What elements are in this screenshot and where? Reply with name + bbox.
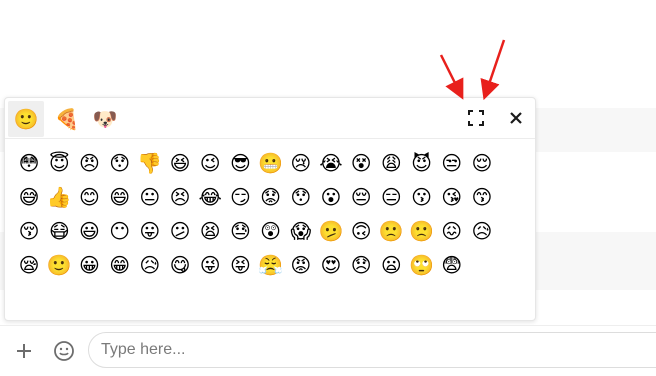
emoji-item[interactable]: 😍	[316, 248, 346, 282]
expand-button[interactable]	[466, 108, 486, 128]
annotation-arrow	[480, 39, 506, 101]
emoji-item[interactable]: 🙁	[376, 214, 406, 248]
emoji-item[interactable]: 😚	[14, 214, 44, 248]
emoji-picker-header: 🙂 🍕 🐶	[5, 98, 535, 139]
emoji-item[interactable]: 😘	[437, 180, 467, 214]
emoji-item[interactable]: 😷	[44, 214, 74, 248]
emoji-item[interactable]: 😈	[406, 146, 436, 180]
tab-smileys[interactable]: 🙂	[8, 101, 44, 137]
close-icon	[510, 112, 522, 124]
emoji-item[interactable]: 😗	[406, 180, 436, 214]
emoji-item[interactable]: 😙	[467, 180, 497, 214]
emoji-item[interactable]: 😉	[195, 146, 225, 180]
emoji-item[interactable]: 😵	[346, 146, 376, 180]
emoji-item[interactable]: 😶	[105, 214, 135, 248]
emoji-item[interactable]: 😛	[135, 214, 165, 248]
emoji-item[interactable]: 😓	[225, 214, 255, 248]
emoji-grid: 😳 😇 😠 😯 👎 😆 😉 😎 😬 😢 😭 😵 😩 😈 😒 😌 😅 👍 😊 😄 😐 😣 😂 😏 😟 😯 😮 😔 😑 😗 😘 😙 😚 😷 😃 😶 😛 😕 😫 😓…	[14, 146, 530, 282]
emoji-item[interactable]: 😲	[256, 214, 286, 248]
emoji-item[interactable]: 🙄	[406, 248, 436, 282]
emoji-toggle-button[interactable]	[51, 338, 77, 364]
emoji-item[interactable]: 😂	[195, 180, 225, 214]
emoji-item[interactable]: 😐	[135, 180, 165, 214]
emoji-item[interactable]: 😊	[74, 180, 104, 214]
emoji-item[interactable]: 😄	[105, 180, 135, 214]
emoji-item[interactable]: 😤	[256, 248, 286, 282]
emoji-item[interactable]: 😎	[225, 146, 255, 180]
smiley-icon	[54, 341, 74, 361]
emoji-item[interactable]: 😫	[195, 214, 225, 248]
emoji-item[interactable]: 😁	[105, 248, 135, 282]
emoji-item[interactable]: 😭	[316, 146, 346, 180]
emoji-item[interactable]: 🙃	[346, 214, 376, 248]
emoji-item[interactable]: 😆	[165, 146, 195, 180]
emoji-item[interactable]: 😥	[135, 248, 165, 282]
plus-icon	[17, 344, 31, 358]
emoji-item[interactable]: 😇	[44, 146, 74, 180]
emoji-item[interactable]: 👎	[135, 146, 165, 180]
emoji-item[interactable]: 😟	[256, 180, 286, 214]
emoji-item[interactable]: 🙂	[44, 248, 74, 282]
emoji-item[interactable]: 😠	[74, 146, 104, 180]
emoji-item[interactable]: 😳	[14, 146, 44, 180]
emoji-item[interactable]: 😏	[225, 180, 255, 214]
emoji-item[interactable]: 😨	[437, 248, 467, 282]
tab-animals[interactable]: 🐶	[87, 101, 123, 137]
emoji-item[interactable]: 🫤	[316, 214, 346, 248]
emoji-item[interactable]: 😢	[286, 146, 316, 180]
expand-icon	[468, 110, 484, 126]
emoji-item[interactable]: 😕	[165, 214, 195, 248]
emoji-item[interactable]: 😡	[286, 248, 316, 282]
emoji-item[interactable]: 😝	[225, 248, 255, 282]
emoji-item[interactable]: 😱	[286, 214, 316, 248]
emoji-item[interactable]: 😒	[437, 146, 467, 180]
emoji-item[interactable]: 😑	[376, 180, 406, 214]
annotation-arrow	[439, 54, 464, 100]
emoji-item[interactable]: 😬	[256, 146, 286, 180]
emoji-item[interactable]: 👍	[44, 180, 74, 214]
emoji-item[interactable]: 😋	[165, 248, 195, 282]
emoji-item[interactable]: 😌	[467, 146, 497, 180]
emoji-item[interactable]: 😦	[376, 248, 406, 282]
close-button[interactable]	[506, 108, 526, 128]
emoji-item[interactable]: 😅	[14, 180, 44, 214]
emoji-item[interactable]: 😯	[286, 180, 316, 214]
emoji-item[interactable]: 😞	[346, 248, 376, 282]
emoji-item[interactable]: 😥	[467, 214, 497, 248]
emoji-item[interactable]: 😜	[195, 248, 225, 282]
emoji-picker: 🙂 🍕 🐶 😳 😇 😠 😯 👎 😆 😉 😎 😬 😢 😭 😵 😩 😈 😒 😌 😅 👍 😊 😄 😐 😣 😂 😏 😟 😯 😮 😔 😑 😗 😘 😙 😚 😷…	[4, 97, 536, 321]
emoji-item[interactable]: 😮	[316, 180, 346, 214]
tab-food[interactable]: 🍕	[49, 101, 85, 137]
emoji-item[interactable]: 😀	[74, 248, 104, 282]
emoji-item[interactable]: 😩	[376, 146, 406, 180]
emoji-item[interactable]: 😯	[105, 146, 135, 180]
emoji-item[interactable]: 😖	[437, 214, 467, 248]
emoji-item[interactable]: 😔	[346, 180, 376, 214]
message-composer	[0, 325, 656, 376]
emoji-item[interactable]: 😪	[14, 248, 44, 282]
emoji-item[interactable]: 😣	[165, 180, 195, 214]
emoji-item[interactable]: 😃	[74, 214, 104, 248]
emoji-item[interactable]: 🙁	[406, 214, 436, 248]
message-input[interactable]	[88, 332, 656, 368]
add-attachment-button[interactable]	[11, 338, 37, 364]
